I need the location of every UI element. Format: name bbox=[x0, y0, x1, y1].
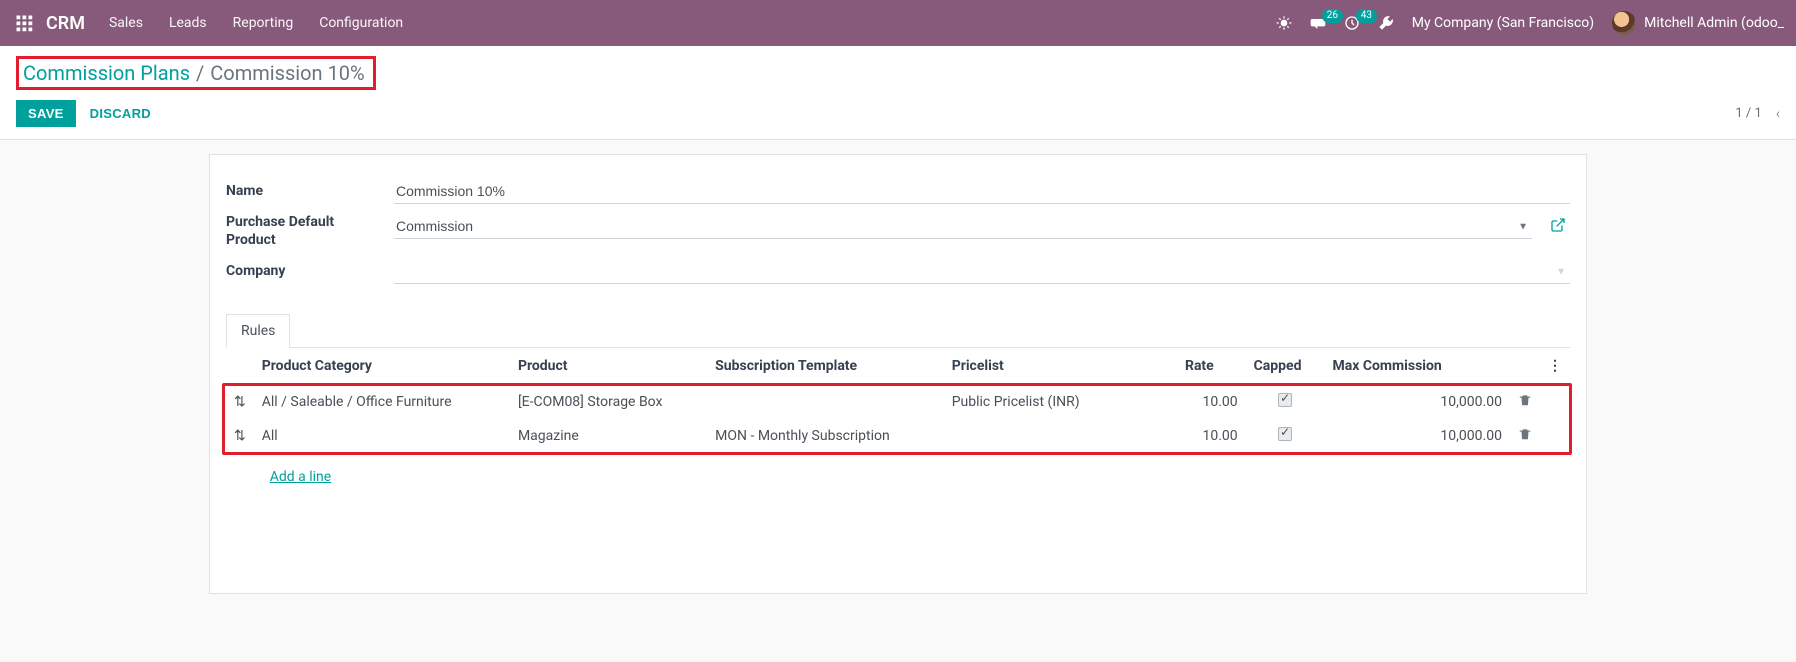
messaging-icon[interactable]: 26 bbox=[1310, 15, 1326, 31]
menu-leads[interactable]: Leads bbox=[169, 15, 207, 31]
cell-product[interactable]: Magazine bbox=[510, 419, 707, 453]
company-switcher[interactable]: My Company (San Francisco) bbox=[1412, 15, 1594, 31]
chevron-left-icon[interactable]: ‹ bbox=[1776, 106, 1780, 122]
breadcrumb-highlight: Commission Plans / Commission 10% bbox=[16, 56, 376, 90]
col-handle bbox=[226, 348, 254, 385]
top-nav: CRM Sales Leads Reporting Configuration … bbox=[0, 0, 1796, 46]
external-link-icon[interactable] bbox=[1546, 217, 1570, 237]
open-external-icon bbox=[1550, 217, 1566, 233]
breadcrumb-current: Commission 10% bbox=[210, 61, 364, 85]
wrench-icon bbox=[1378, 15, 1394, 31]
col-trash bbox=[1510, 348, 1540, 385]
breadcrumb-sep: / bbox=[196, 61, 204, 85]
rules-table-wrap: Product Category Product Subscription Te… bbox=[226, 348, 1570, 501]
delete-row-icon[interactable] bbox=[1510, 385, 1540, 420]
drag-handle-icon[interactable]: ⇅ bbox=[226, 385, 254, 420]
user-menu[interactable]: Mitchell Admin (odoo_ bbox=[1612, 11, 1784, 35]
menu-configuration[interactable]: Configuration bbox=[319, 15, 403, 31]
sheet-wrap: Name Purchase Default Product ▼ Company bbox=[0, 140, 1796, 594]
col-rate[interactable]: Rate bbox=[1177, 348, 1246, 385]
field-company: ▼ bbox=[394, 259, 1570, 284]
cell-product-category[interactable]: All / Saleable / Office Furniture bbox=[254, 385, 510, 420]
col-max-commission[interactable]: Max Commission bbox=[1325, 348, 1510, 385]
trash-icon bbox=[1518, 393, 1532, 407]
field-name bbox=[394, 179, 1570, 204]
save-button[interactable]: SAVE bbox=[16, 100, 76, 127]
discard-button[interactable]: DISCARD bbox=[90, 106, 151, 121]
messaging-badge: 26 bbox=[1322, 9, 1343, 23]
tab-rules[interactable]: Rules bbox=[226, 314, 290, 348]
activities-badge: 43 bbox=[1356, 9, 1377, 23]
field-purchase-product: ▼ bbox=[394, 214, 1570, 239]
name-input[interactable] bbox=[394, 179, 1570, 204]
tools-icon[interactable] bbox=[1378, 15, 1394, 31]
user-name: Mitchell Admin (odoo_ bbox=[1644, 15, 1784, 31]
debug-icon[interactable] bbox=[1276, 15, 1292, 31]
activities-icon[interactable]: 43 bbox=[1344, 15, 1360, 31]
company-input[interactable] bbox=[394, 259, 1570, 284]
col-capped[interactable]: Capped bbox=[1246, 348, 1325, 385]
cell-subscription-template[interactable]: MON - Monthly Subscription bbox=[707, 419, 944, 453]
cell-pricelist[interactable]: Public Pricelist (INR) bbox=[944, 385, 1177, 420]
cell-max-commission[interactable]: 10,000.00 bbox=[1325, 419, 1510, 453]
trash-icon bbox=[1518, 427, 1532, 441]
apps-grid-icon bbox=[15, 14, 33, 32]
avatar bbox=[1612, 11, 1636, 35]
form-sheet: Name Purchase Default Product ▼ Company bbox=[209, 154, 1587, 594]
drag-handle-icon[interactable]: ⇅ bbox=[226, 419, 254, 453]
menu-reporting[interactable]: Reporting bbox=[233, 15, 294, 31]
breadcrumb-parent[interactable]: Commission Plans bbox=[23, 61, 190, 85]
table-row[interactable]: ⇅All / Saleable / Office Furniture[E-COM… bbox=[226, 385, 1570, 420]
pager-text[interactable]: 1 / 1 bbox=[1735, 106, 1761, 121]
table-row[interactable]: ⇅AllMagazineMON - Monthly Subscription 10… bbox=[226, 419, 1570, 453]
cell-rate[interactable]: 10.00 bbox=[1177, 419, 1246, 453]
breadcrumb: Commission Plans / Commission 10% bbox=[23, 61, 365, 85]
row-company: Company ▼ bbox=[226, 259, 1570, 284]
cell-pricelist[interactable] bbox=[944, 419, 1177, 453]
pager: 1 / 1 ‹ bbox=[1735, 106, 1780, 122]
col-pricelist[interactable]: Pricelist bbox=[944, 348, 1177, 385]
col-product-category[interactable]: Product Category bbox=[254, 348, 510, 385]
apps-icon[interactable] bbox=[12, 11, 36, 35]
rules-table: Product Category Product Subscription Te… bbox=[226, 348, 1570, 501]
purchase-product-input[interactable] bbox=[394, 214, 1532, 239]
cell-rate[interactable]: 10.00 bbox=[1177, 385, 1246, 420]
app-brand[interactable]: CRM bbox=[46, 13, 85, 34]
col-subscription-template[interactable]: Subscription Template bbox=[707, 348, 944, 385]
cell-capped[interactable] bbox=[1246, 419, 1325, 453]
capped-checkbox[interactable] bbox=[1278, 393, 1292, 407]
capped-checkbox[interactable] bbox=[1278, 427, 1292, 441]
cell-max-commission[interactable]: 10,000.00 bbox=[1325, 385, 1510, 420]
col-product[interactable]: Product bbox=[510, 348, 707, 385]
cell-product-category[interactable]: All bbox=[254, 419, 510, 453]
cell-subscription-template[interactable] bbox=[707, 385, 944, 420]
control-bar: Commission Plans / Commission 10% SAVE D… bbox=[0, 46, 1796, 140]
label-name: Name bbox=[226, 183, 394, 201]
cell-product[interactable]: [E-COM08] Storage Box bbox=[510, 385, 707, 420]
menu-sales[interactable]: Sales bbox=[109, 15, 143, 31]
add-line-link[interactable]: Add a line bbox=[262, 461, 339, 493]
tabs: Rules bbox=[226, 314, 1570, 348]
label-purchase-product: Purchase Default Product bbox=[226, 214, 394, 249]
label-company: Company bbox=[226, 263, 394, 281]
row-name: Name bbox=[226, 179, 1570, 204]
bug-icon bbox=[1276, 15, 1292, 31]
table-header-row: Product Category Product Subscription Te… bbox=[226, 348, 1570, 385]
col-options-icon[interactable]: ⋮ bbox=[1540, 348, 1570, 385]
cell-capped[interactable] bbox=[1246, 385, 1325, 420]
table-footer-row: Add a line bbox=[226, 453, 1570, 501]
row-purchase-product: Purchase Default Product ▼ bbox=[226, 214, 1570, 249]
delete-row-icon[interactable] bbox=[1510, 419, 1540, 453]
main-menu: Sales Leads Reporting Configuration bbox=[109, 15, 403, 31]
actions-row: SAVE DISCARD 1 / 1 ‹ bbox=[16, 100, 1780, 127]
systray: 26 43 My Company (San Francisco) Mitchel… bbox=[1276, 11, 1784, 35]
